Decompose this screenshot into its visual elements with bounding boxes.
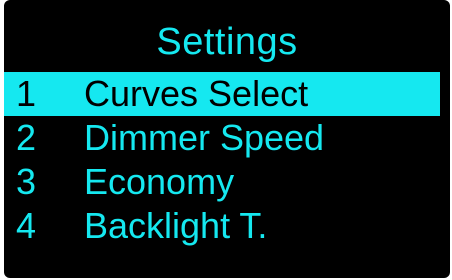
menu-item-number: 4 [16,205,37,246]
menu-item-label: Dimmer Speed [84,117,325,158]
menu-item-label: Curves Select [84,73,309,114]
menu-item-curves-select[interactable]: 1 Curves Select [4,72,440,116]
menu-item-number: 2 [16,117,37,158]
menu-item-economy[interactable]: 3 Economy [4,160,450,204]
menu-item-dimmer-speed[interactable]: 2 Dimmer Speed [4,116,450,160]
menu-item-backlight-t[interactable]: 4 Backlight T. [4,204,450,248]
menu-item-number: 3 [16,161,37,202]
page-title: Settings [156,21,298,63]
menu-item-label: Economy [84,161,235,202]
menu-item-label: Backlight T. [84,205,268,246]
settings-menu: 1 Curves Select 2 Dimmer Speed 3 Economy… [4,72,450,248]
display-screen: Settings 1 Curves Select 2 Dimmer Speed … [4,0,450,278]
menu-item-number: 1 [16,73,37,114]
